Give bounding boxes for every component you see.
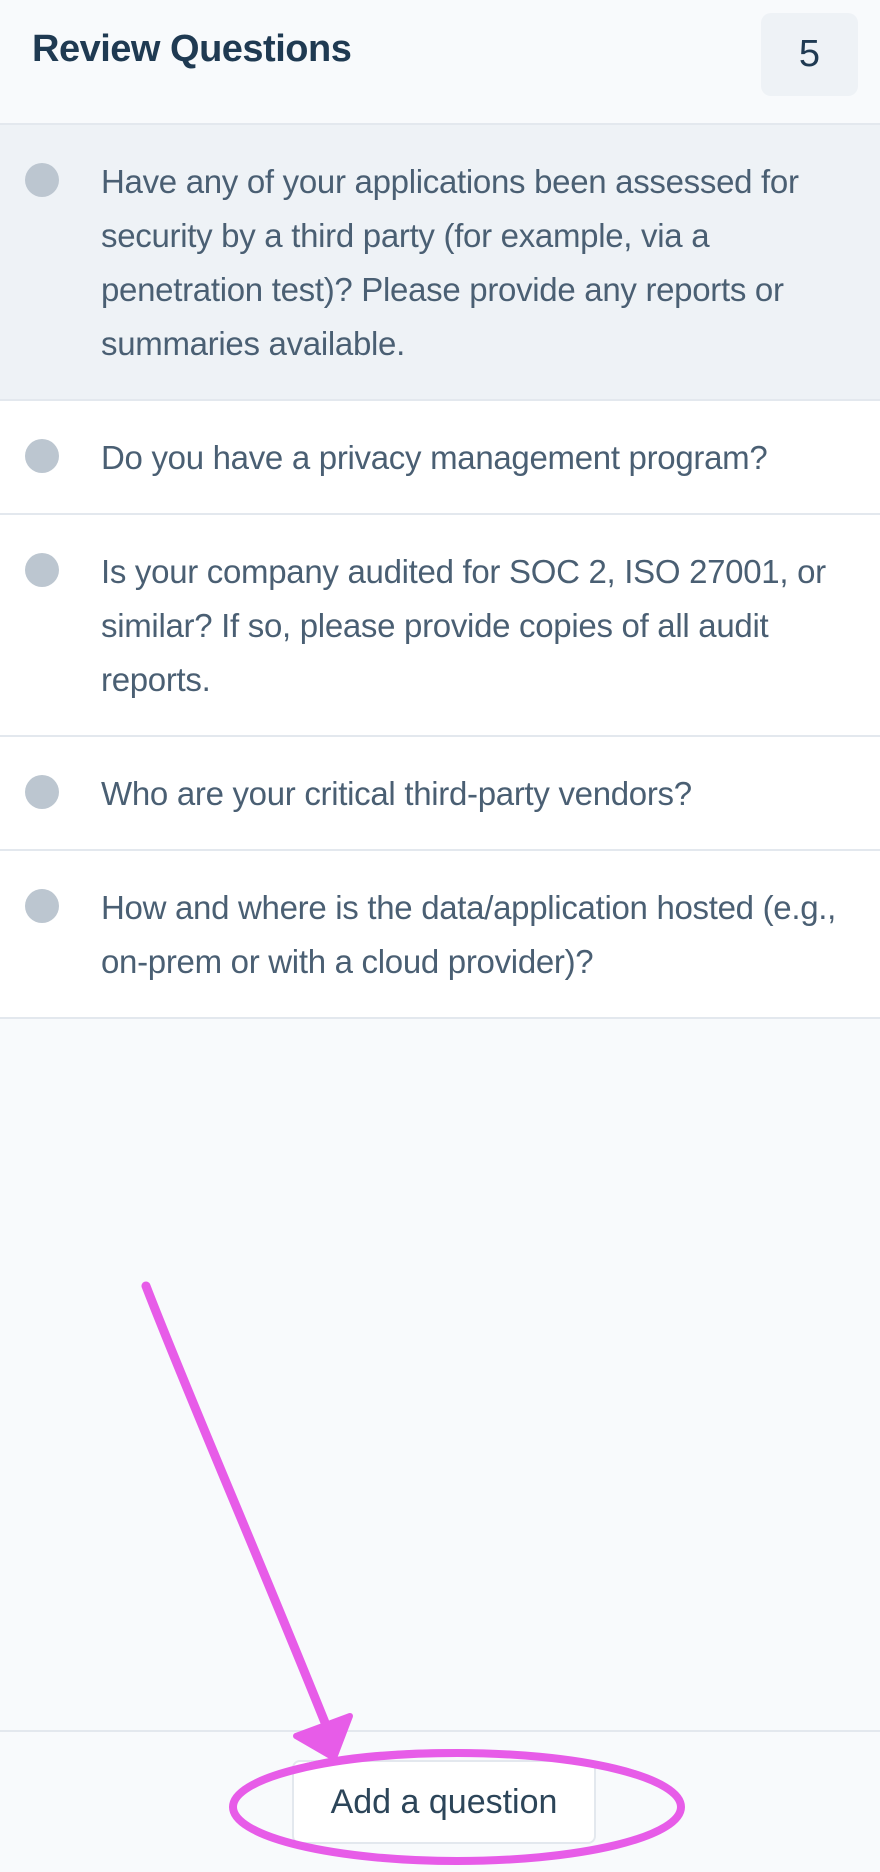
status-dot-icon (25, 775, 59, 809)
add-question-button[interactable]: Add a question (292, 1760, 596, 1844)
annotation-arrow-shaft (141, 1281, 335, 1740)
question-list: Have any of your applications been asses… (0, 125, 880, 1019)
question-text: Who are your critical third-party vendor… (101, 775, 692, 812)
review-questions-panel: Review Questions 5 Have any of your appl… (0, 0, 880, 1872)
question-item[interactable]: Is your company audited for SOC 2, ISO 2… (0, 515, 880, 737)
panel-title: Review Questions (32, 28, 352, 70)
status-dot-icon (25, 163, 59, 197)
panel-footer: Add a question (0, 1730, 880, 1872)
panel-header: Review Questions 5 (0, 0, 880, 125)
question-text: Is your company audited for SOC 2, ISO 2… (101, 553, 826, 698)
status-dot-icon (25, 553, 59, 587)
question-text: Do you have a privacy management program… (101, 439, 768, 476)
question-count-badge: 5 (761, 13, 858, 96)
question-item[interactable]: Do you have a privacy management program… (0, 401, 880, 515)
question-text: How and where is the data/application ho… (101, 889, 836, 980)
status-dot-icon (25, 439, 59, 473)
question-text: Have any of your applications been asses… (101, 163, 799, 362)
question-item[interactable]: Have any of your applications been asses… (0, 125, 880, 401)
status-dot-icon (25, 889, 59, 923)
question-item[interactable]: Who are your critical third-party vendor… (0, 737, 880, 851)
question-item[interactable]: How and where is the data/application ho… (0, 851, 880, 1019)
